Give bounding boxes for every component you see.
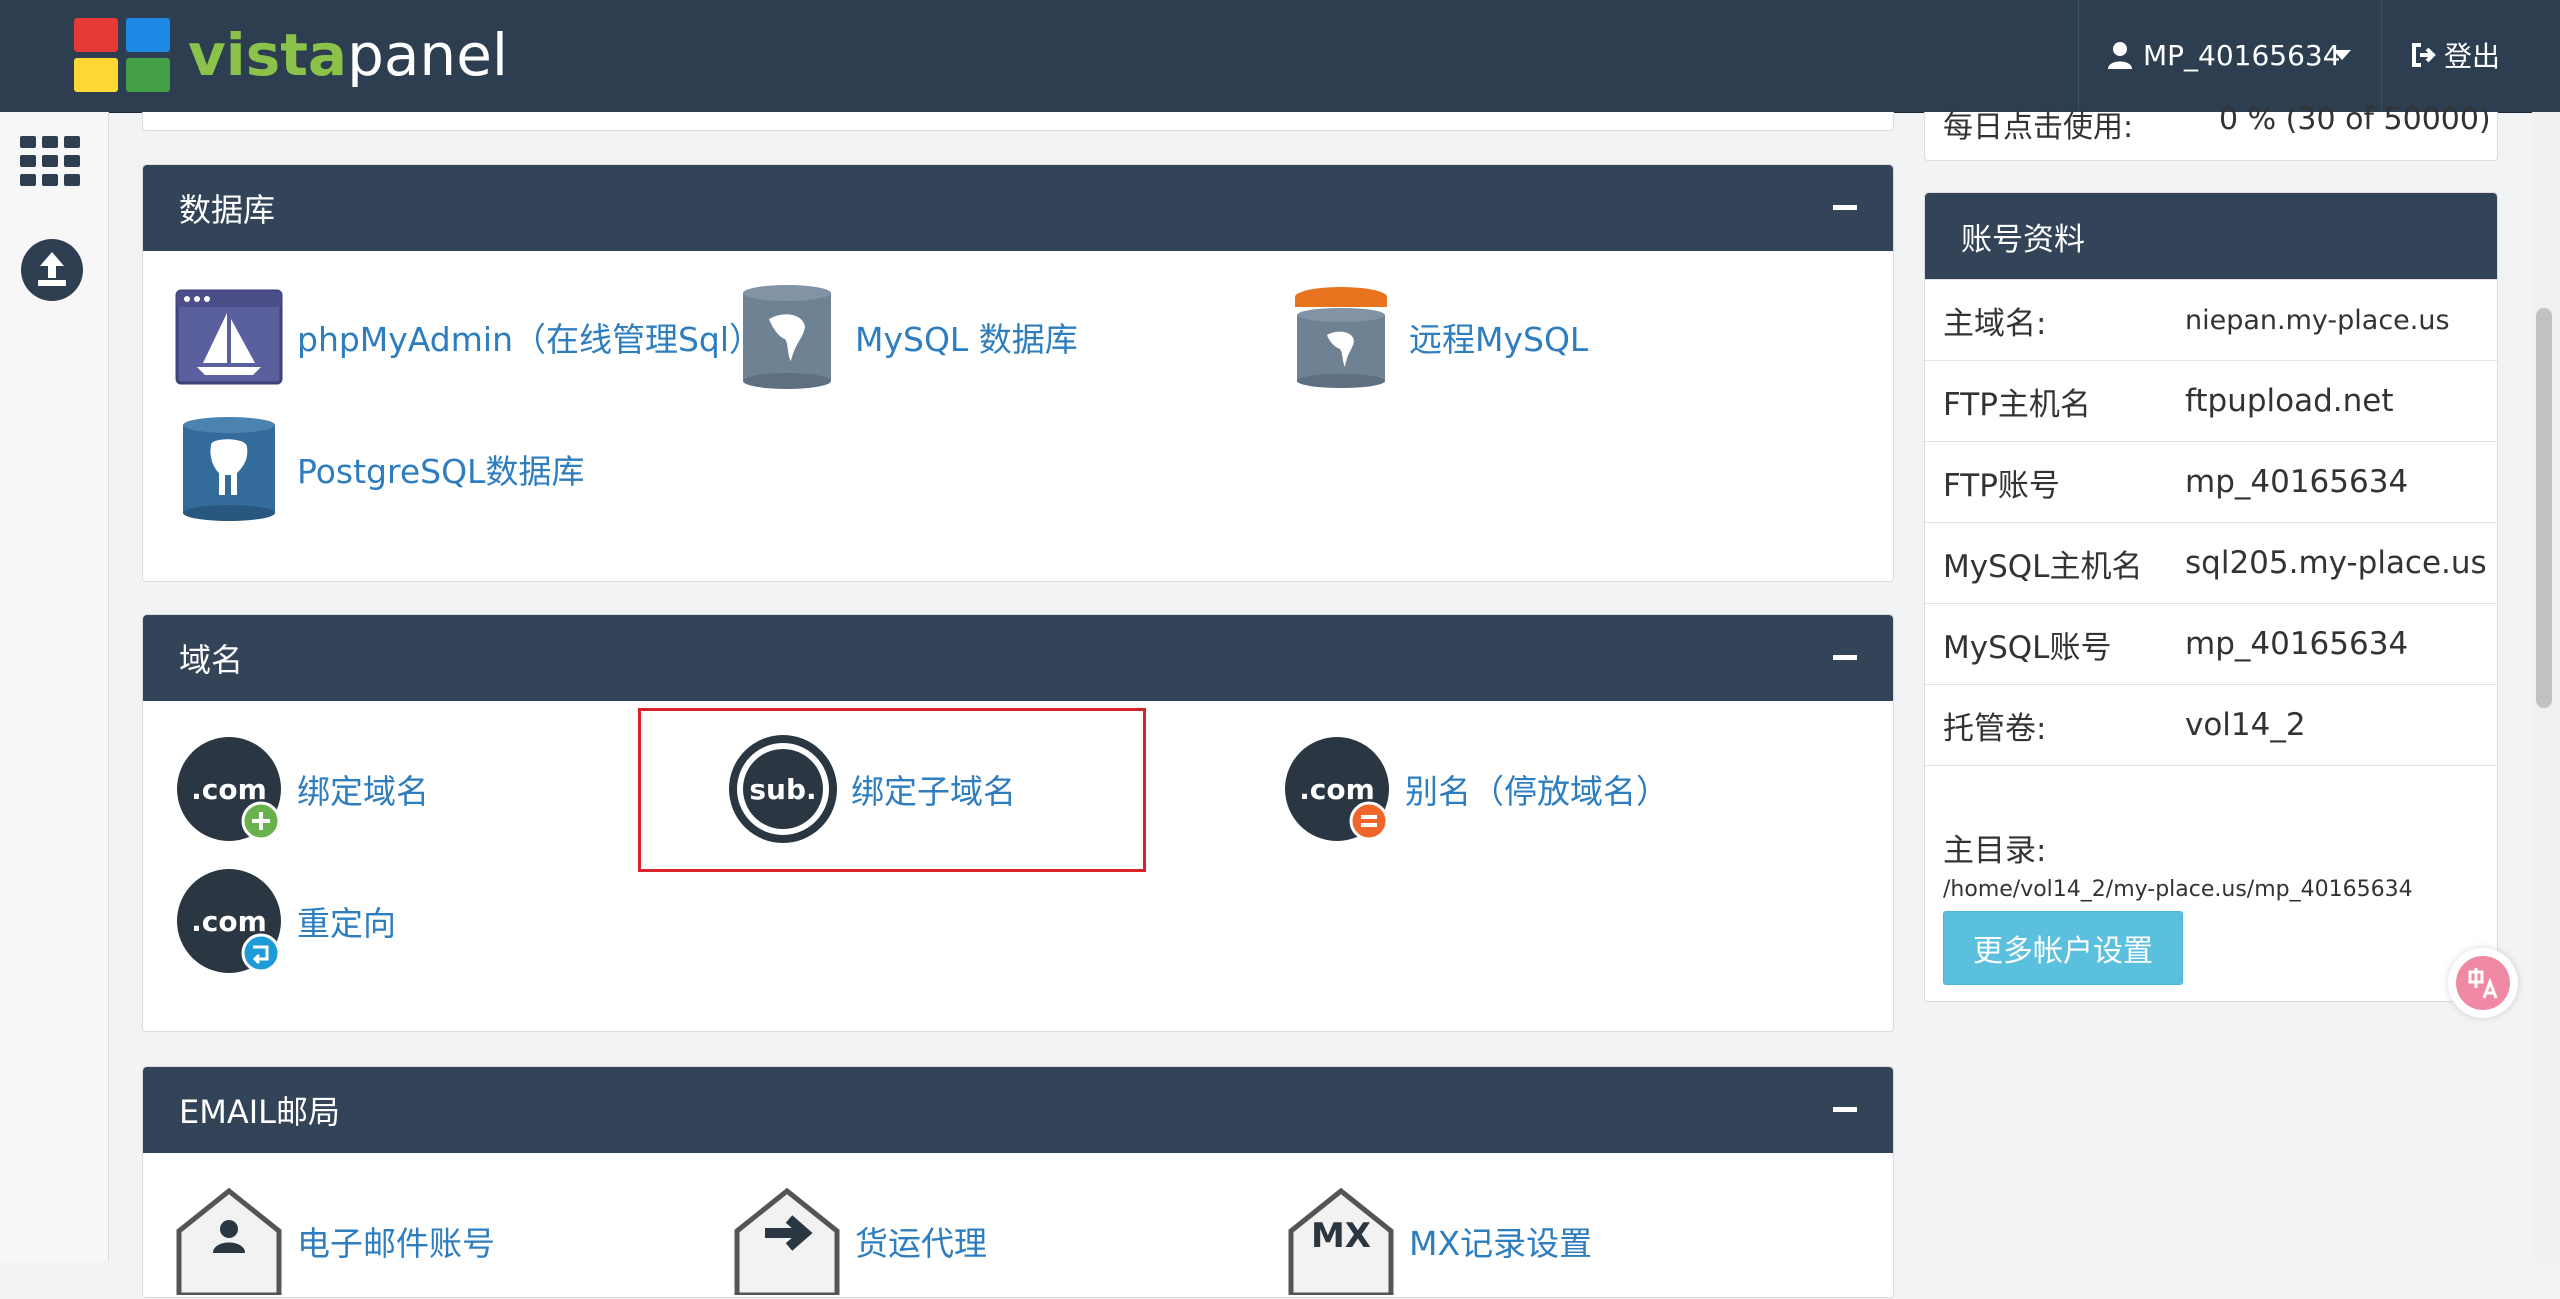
stats-panel-bottom: 每日点击使用: 0 % (30 of 50000) xyxy=(1924,102,2498,161)
panel-title: 数据库 xyxy=(179,191,276,229)
mysql-databases-link[interactable]: MySQL 数据库 xyxy=(733,283,1078,391)
panel-title: 账号资料 xyxy=(1961,221,2085,258)
svg-text:.com: .com xyxy=(191,905,267,938)
account-row: MySQL账号 mp_40165634 xyxy=(1925,603,2497,684)
mysql-dolphin-icon xyxy=(733,283,841,391)
row-value: sql205.my-place.us xyxy=(2185,545,2487,581)
row-value: ftpupload.net xyxy=(2185,383,2394,419)
row-key: MySQL账号 xyxy=(1943,629,2112,666)
translate-fab[interactable] xyxy=(2448,948,2518,1018)
scrollbar-thumb[interactable] xyxy=(2536,308,2552,708)
account-info-header: 账号资料 xyxy=(1925,193,2497,279)
logout-icon xyxy=(2412,43,2436,67)
translate-icon xyxy=(2456,956,2510,1010)
account-info-panel: 账号资料 主域名: niepan.my-place.us FTP主机名 ftpu… xyxy=(1924,192,2498,1002)
databases-panel: 数据库 phpMyAdmin（在线管理Sql） MySQL 数据库 远程MySQ… xyxy=(142,164,1894,582)
domains-panel-header[interactable]: 域名 xyxy=(143,615,1893,701)
top-navbar: vistapanel MP_40165634 登出 xyxy=(0,0,2560,113)
svg-text:.com: .com xyxy=(191,773,267,806)
collapse-icon[interactable] xyxy=(1833,655,1857,660)
parked-domain-link[interactable]: .com 别名（停放域名） xyxy=(1283,735,1669,843)
left-sidebar xyxy=(0,112,109,1262)
more-account-settings-button[interactable]: 更多帐户设置 xyxy=(1943,911,2183,985)
mx-records-label: MX记录设置 xyxy=(1409,1224,1593,1263)
phpmyadmin-link[interactable]: phpMyAdmin（在线管理Sql） xyxy=(175,283,762,391)
chevron-down-icon xyxy=(2333,50,2351,60)
dotcom-alias-icon: .com xyxy=(1283,735,1391,843)
svg-text:.com: .com xyxy=(1299,773,1375,806)
databases-panel-header[interactable]: 数据库 xyxy=(143,165,1893,251)
highlight-box xyxy=(638,708,1146,872)
home-directory-value: /home/vol14_2/my-place.us/mp_40165634 xyxy=(1943,877,2413,902)
addon-domain-link[interactable]: .com 绑定域名 xyxy=(175,735,429,843)
user-menu-dropdown[interactable]: MP_40165634 xyxy=(2078,0,2382,110)
row-key: FTP账号 xyxy=(1943,467,2060,504)
account-row: 托管卷: vol14_2 xyxy=(1925,684,2497,766)
user-icon xyxy=(2108,42,2132,69)
postgresql-label: PostgreSQL数据库 xyxy=(297,452,585,491)
dotcom-redirect-icon: .com xyxy=(175,867,283,975)
remote-mysql-link[interactable]: 远程MySQL xyxy=(1287,283,1588,391)
forwarders-link[interactable]: 货运代理 xyxy=(733,1187,987,1298)
email-accounts-link[interactable]: 电子邮件账号 xyxy=(175,1187,495,1298)
previous-panel-bottom xyxy=(142,112,1894,131)
email-panel: EMAIL邮局 电子邮件账号 货运代理 MX MX记录设置 xyxy=(142,1066,1894,1298)
logout-label: 登出 xyxy=(2444,40,2501,73)
postgresql-link[interactable]: PostgreSQL数据库 xyxy=(175,415,584,523)
postgresql-elephant-icon xyxy=(175,415,283,523)
remote-mysql-label: 远程MySQL xyxy=(1409,320,1589,359)
email-panel-header[interactable]: EMAIL邮局 xyxy=(143,1067,1893,1153)
forwarders-label: 货运代理 xyxy=(855,1224,987,1263)
panel-title: EMAIL邮局 xyxy=(179,1093,340,1131)
row-value: mp_40165634 xyxy=(2185,464,2409,500)
panel-title: 域名 xyxy=(179,641,244,679)
addon-domain-label: 绑定域名 xyxy=(297,772,429,811)
row-value: niepan.my-place.us xyxy=(2185,304,2450,336)
logo-text-panel: panel xyxy=(347,21,508,89)
phpmyadmin-label: phpMyAdmin（在线管理Sql） xyxy=(297,320,763,359)
logo-text-vista: vista xyxy=(188,21,348,89)
mysql-databases-label: MySQL 数据库 xyxy=(855,320,1078,359)
account-row: FTP账号 mp_40165634 xyxy=(1925,441,2497,522)
row-key: FTP主机名 xyxy=(1943,386,2091,423)
vistapanel-logo[interactable]: vistapanel xyxy=(74,16,508,94)
email-accounts-label: 电子邮件账号 xyxy=(297,1224,495,1263)
collapse-icon[interactable] xyxy=(1833,1107,1857,1112)
account-row: FTP主机名 ftpupload.net xyxy=(1925,360,2497,441)
row-key: MySQL主机名 xyxy=(1943,548,2143,585)
logout-button[interactable]: 登出 xyxy=(2410,0,2500,110)
svg-text:MX: MX xyxy=(1311,1216,1371,1256)
daily-hits-value: 0 % (30 of 50000) xyxy=(2219,102,2491,137)
dotcom-add-icon: .com xyxy=(175,735,283,843)
envelope-mx-icon: MX xyxy=(1287,1187,1395,1298)
redirect-label: 重定向 xyxy=(297,904,396,943)
logo-squares xyxy=(74,18,170,92)
mx-records-link[interactable]: MX MX记录设置 xyxy=(1287,1187,1593,1298)
collapse-icon[interactable] xyxy=(1833,205,1857,210)
parked-domain-label: 别名（停放域名） xyxy=(1405,772,1669,811)
row-value: vol14_2 xyxy=(2185,707,2306,743)
daily-hits-label: 每日点击使用: xyxy=(1943,110,2134,145)
page-scrollbar[interactable] xyxy=(2532,112,2560,1262)
apps-grid-icon[interactable] xyxy=(20,136,84,188)
upload-icon[interactable] xyxy=(20,238,84,302)
account-row: MySQL主机名 sql205.my-place.us xyxy=(1925,522,2497,603)
envelope-arrow-icon xyxy=(733,1187,841,1298)
account-row: 主域名: niepan.my-place.us xyxy=(1925,279,2497,360)
phpmyadmin-icon xyxy=(175,283,283,391)
row-value: mp_40165634 xyxy=(2185,626,2409,662)
redirect-link[interactable]: .com 重定向 xyxy=(175,867,396,975)
row-key: 托管卷: xyxy=(1943,710,2047,747)
home-directory-label: 主目录: xyxy=(1943,833,2047,869)
remote-mysql-icon xyxy=(1287,283,1395,391)
envelope-user-icon xyxy=(175,1187,283,1298)
row-key: 主域名: xyxy=(1943,305,2047,342)
username-label: MP_40165634 xyxy=(2143,38,2341,72)
